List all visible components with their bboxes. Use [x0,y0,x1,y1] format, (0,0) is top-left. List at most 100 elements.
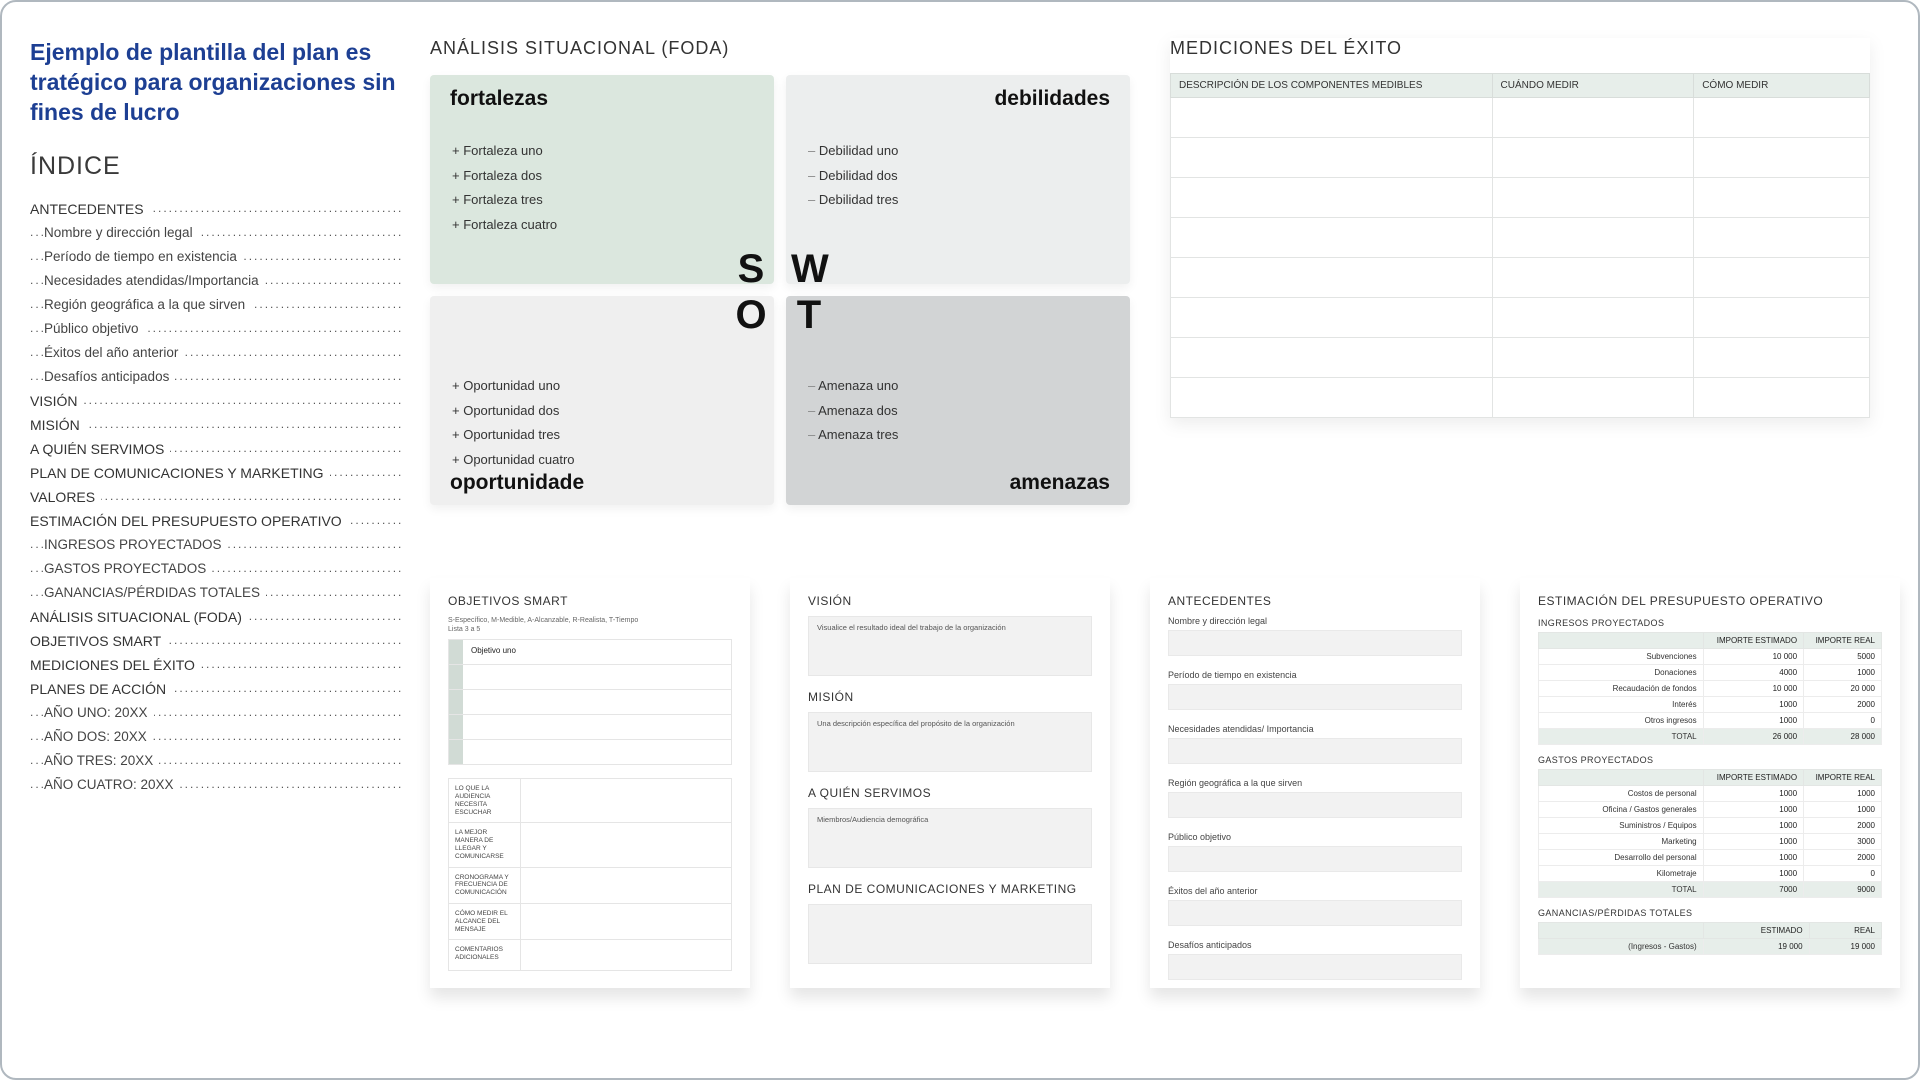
thumb-budget: ESTIMACIÓN DEL PRESUPUESTO OPERATIVO ING… [1520,578,1900,988]
toc-item: ANÁLISIS SITUACIONAL (FODA) [30,605,402,629]
swot-weaknesses: debilidades Debilidad unoDebilidad dosDe… [786,75,1130,284]
toc-item: VISIÓN [30,389,402,413]
objectives-heading: OBJETIVOS SMART [448,594,732,608]
vision-text: Visualice el resultado ideal del trabajo… [808,616,1092,676]
budget-row: Oficina / Gastos generales10001000 [1539,802,1882,818]
swot-threats: Amenaza unoAmenaza dosAmenaza tres amena… [786,296,1130,505]
matrix-row: LO QUE LA AUDIENCIA NECESITA ESCUCHAR [448,778,732,823]
swot-item: Fortaleza cuatro [452,213,752,238]
toc-item: PLANES DE ACCIÓN [30,677,402,701]
toc-item: AÑO TRES: 20XX [30,749,402,773]
col-est: IMPORTE ESTIMADO [1703,770,1803,786]
toc-item: MEDICIONES DEL ÉXITO [30,653,402,677]
measures-panel: MEDICIONES DEL ÉXITO DESCRIPCIÓN DE LOS … [1170,38,1870,418]
expense-table: IMPORTE ESTIMADOIMPORTE REAL Costos de p… [1538,769,1882,898]
col-real: IMPORTE REAL [1804,770,1882,786]
measures-row [1171,378,1870,418]
matrix-label: COMENTARIOS ADICIONALES [449,940,521,970]
matrix-label: LO QUE LA AUDIENCIA NECESITA ESCUCHAR [449,779,521,822]
toc-item: ESTIMACIÓN DEL PRESUPUESTO OPERATIVO [30,509,402,533]
field-input [1168,846,1462,872]
budget-total: TOTAL70009000 [1539,882,1882,898]
toc-item: AÑO CUATRO: 20XX [30,773,402,797]
budget-row: Marketing10003000 [1539,834,1882,850]
matrix-row: LA MEJOR MANERA DE LLEGAR Y COMUNICARSE [448,822,732,867]
budget-row: Otros ingresos10000 [1539,713,1882,729]
measures-row [1171,218,1870,258]
toc-item: GASTOS PROYECTADOS [30,557,402,581]
swot-item: Debilidad dos [808,164,1108,189]
swot-o-title: oportunidade [450,471,584,495]
swot-item: Amenaza dos [808,399,1108,424]
objectives-matrix: LO QUE LA AUDIENCIA NECESITA ESCUCHARLA … [448,778,732,971]
budget-row: Desarrollo del personal10002000 [1539,850,1882,866]
matrix-row: CRONOGRAMA Y FRECUENCIA DE COMUNICACIÓN [448,867,732,904]
measures-col-1: DESCRIPCIÓN DE LOS COMPONENTES MEDIBLES [1171,74,1493,98]
objective-row: Objetivo uno [448,639,732,665]
col-est: ESTIMADO [1703,923,1809,939]
swot-s-list: Fortaleza unoFortaleza dosFortaleza tres… [452,139,752,238]
toc-item: GANANCIAS/PÉRDIDAS TOTALES [30,581,402,605]
matrix-row: COMENTARIOS ADICIONALES [448,939,732,971]
budget-row: Donaciones40001000 [1539,665,1882,681]
document-title: Ejemplo de plantilla del plan es tratégi… [30,38,402,128]
toc-item: AÑO DOS: 20XX [30,725,402,749]
budget-income-heading: INGRESOS PROYECTADOS [1538,618,1882,628]
objective-row [448,664,732,690]
swot-item: Debilidad tres [808,188,1108,213]
toc-item: OBJETIVOS SMART [30,629,402,653]
budget-heading: ESTIMACIÓN DEL PRESUPUESTO OPERATIVO [1538,594,1882,608]
field-label: Período de tiempo en existencia [1168,670,1462,680]
budget-total: TOTAL26 00028 000 [1539,729,1882,745]
swot-opportunities: Oportunidad unoOportunidad dosOportunida… [430,296,774,505]
field-input [1168,792,1462,818]
table-of-contents: ANTECEDENTESNombre y dirección legalPerí… [30,197,402,797]
matrix-label: LA MEJOR MANERA DE LLEGAR Y COMUNICARSE [449,823,521,866]
swot-panel: ANÁLISIS SITUACIONAL (FODA) fortalezas F… [430,38,1130,505]
field-label: Desafíos anticipados [1168,940,1462,950]
toc-item: MISIÓN [30,413,402,437]
field-input [1168,630,1462,656]
toc-item: AÑO UNO: 20XX [30,701,402,725]
antecedentes-heading: ANTECEDENTES [1168,594,1462,608]
toc-item: A QUIÉN SERVIMOS [30,437,402,461]
matrix-row: CÓMO MEDIR EL ALCANCE DEL MENSAJE [448,903,732,940]
antecedente-field: Nombre y dirección legal [1168,616,1462,656]
serve-text: Miembros/Audiencia demográfica [808,808,1092,868]
budget-row: Suministros / Equipos10002000 [1539,818,1882,834]
vision-heading: VISIÓN [808,594,1092,608]
objective-row [448,714,732,740]
mision-heading: MISIÓN [808,690,1092,704]
gp-label: (Ingresos - Gastos) [1539,939,1704,955]
field-label: Necesidades atendidas/ Importancia [1168,724,1462,734]
swot-item: Oportunidad tres [452,423,752,448]
col-est: IMPORTE ESTIMADO [1703,633,1803,649]
toc-item: Público objetivo [30,317,402,341]
budget-row: Recaudación de fondos10 00020 000 [1539,681,1882,697]
swot-item: Oportunidad dos [452,399,752,424]
budget-expense-heading: GASTOS PROYECTADOS [1538,755,1882,765]
toc-item: ANTECEDENTES [30,197,402,221]
field-label: Nombre y dirección legal [1168,616,1462,626]
swot-item: Debilidad uno [808,139,1108,164]
antecedente-field: Región geográfica a la que sirven [1168,778,1462,818]
field-input [1168,954,1462,980]
thumb-vision: VISIÓN Visualice el resultado ideal del … [790,578,1110,988]
antecedente-field: Período de tiempo en existencia [1168,670,1462,710]
field-input [1168,900,1462,926]
matrix-label: CÓMO MEDIR EL ALCANCE DEL MENSAJE [449,904,521,939]
toc-item: Éxitos del año anterior [30,341,402,365]
antecedente-field: Desafíos anticipados [1168,940,1462,980]
objective-1: Objetivo uno [463,640,731,664]
measures-col-2: CUÁNDO MEDIR [1492,74,1694,98]
budget-row: Interés10002000 [1539,697,1882,713]
antecedente-field: Necesidades atendidas/ Importancia [1168,724,1462,764]
swot-s-title: fortalezas [450,87,548,111]
swot-item: Oportunidad uno [452,374,752,399]
toc-item: VALORES [30,485,402,509]
objectives-hint: Lista 3 a 5 [448,625,732,634]
antecedente-field: Éxitos del año anterior [1168,886,1462,926]
measures-col-3: CÓMO MEDIR [1694,74,1870,98]
toc-item: PLAN DE COMUNICACIONES Y MARKETING [30,461,402,485]
swot-o-list: Oportunidad unoOportunidad dosOportunida… [452,374,752,473]
